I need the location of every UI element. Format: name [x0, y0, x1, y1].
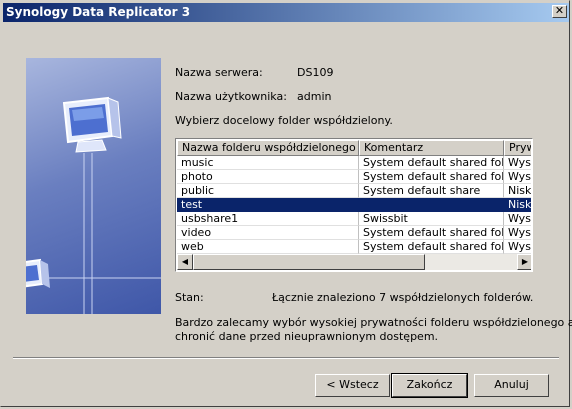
table-row[interactable]: music System default shared folder Wysok…: [177, 156, 531, 170]
cell-comment: System default shared folder: [359, 156, 504, 170]
cell-name: public: [177, 184, 359, 198]
window-title: Synology Data Replicator 3: [6, 5, 191, 19]
cell-name: video: [177, 226, 359, 240]
cell-comment: [359, 198, 504, 212]
instruction-text: Wybierz docelowy folder współdzielony.: [175, 114, 393, 127]
arrow-left-icon[interactable]: ◀: [177, 254, 193, 270]
server-value: DS109: [297, 66, 334, 79]
cell-privacy: Wysoka: [504, 156, 531, 170]
arrow-right-icon[interactable]: ▶: [517, 254, 531, 270]
advice-line-1: Bardzo zalecamy wybór wysokiej prywatnoś…: [175, 316, 572, 329]
finish-button[interactable]: Zakończ: [391, 373, 468, 398]
cell-name: usbshare1: [177, 212, 359, 226]
close-icon[interactable]: ✕: [552, 5, 567, 18]
cell-privacy: Wysoka: [504, 226, 531, 240]
horizontal-scrollbar[interactable]: ◀ ▶: [177, 254, 531, 270]
dialog-window: Synology Data Replicator 3 ✕ Nazwa serwe…: [0, 0, 572, 407]
user-value: admin: [297, 90, 332, 103]
cell-name: test: [177, 198, 359, 212]
table-row[interactable]: video System default shared folder Wysok…: [177, 226, 531, 240]
advice-line-2: chronić dane przed nieuprawnionym dostęp…: [175, 330, 439, 343]
column-header-privacy[interactable]: Prywatność: [504, 140, 531, 156]
column-header-name[interactable]: Nazwa folderu współdzielonego: [177, 140, 359, 156]
cell-comment: System default share: [359, 184, 504, 198]
cell-comment: System default shared folder: [359, 226, 504, 240]
table-row[interactable]: usbshare1 Swissbit Wysoka: [177, 212, 531, 226]
table-row[interactable]: public System default share Niska: [177, 184, 531, 198]
cell-privacy: Niska: [504, 198, 531, 212]
server-label: Nazwa serwera:: [175, 66, 263, 79]
cell-name: photo: [177, 170, 359, 184]
cell-privacy: Wysoka: [504, 212, 531, 226]
cell-name: music: [177, 156, 359, 170]
user-label: Nazwa użytkownika:: [175, 90, 287, 103]
status-value: Łącznie znaleziono 7 współdzielonych fol…: [272, 291, 534, 304]
table-row[interactable]: web System default shared folder Wysoka: [177, 240, 531, 254]
monitor-icon: [26, 96, 161, 314]
table-row-selected[interactable]: test Niska: [177, 198, 531, 212]
cell-comment: System default shared folder: [359, 240, 504, 254]
title-bar[interactable]: Synology Data Replicator 3 ✕: [3, 3, 569, 22]
cancel-button[interactable]: Anuluj: [474, 374, 549, 397]
column-header-comment[interactable]: Komentarz: [359, 140, 504, 156]
side-illustration: [26, 58, 161, 314]
cell-privacy: Niska: [504, 184, 531, 198]
divider: [13, 357, 559, 359]
cell-name: web: [177, 240, 359, 254]
table-row[interactable]: photo System default shared folder Wysok…: [177, 170, 531, 184]
cell-comment: System default shared folder: [359, 170, 504, 184]
shared-folder-list[interactable]: Nazwa folderu współdzielonego Komentarz …: [175, 138, 533, 272]
scrollbar-thumb[interactable]: [193, 254, 425, 270]
status-label: Stan:: [175, 291, 204, 304]
cell-comment: Swissbit: [359, 212, 504, 226]
cell-privacy: Wysoka: [504, 240, 531, 254]
back-button[interactable]: < Wstecz: [315, 374, 390, 397]
cell-privacy: Wysoka: [504, 170, 531, 184]
